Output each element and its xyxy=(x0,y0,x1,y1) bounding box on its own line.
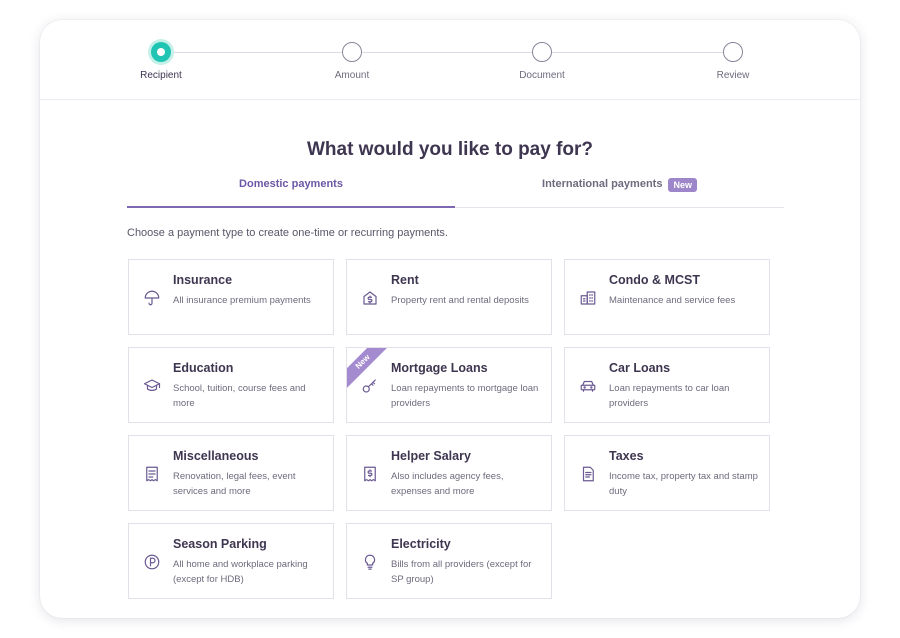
step-dot xyxy=(532,42,552,62)
tab-label: Domestic payments xyxy=(239,178,343,190)
tile-rent[interactable]: Rent Property rent and rental deposits xyxy=(346,259,552,335)
tile-title: Insurance xyxy=(173,273,233,287)
tile-title: Mortgage Loans xyxy=(391,361,488,375)
tile-title: Electricity xyxy=(391,537,451,551)
step-label: Document xyxy=(519,70,565,81)
tile-description: All insurance premium payments xyxy=(173,295,311,306)
progress-stepper: Recipient Amount Document Review xyxy=(40,20,860,100)
tile-description: All home and workplace parking (except f… xyxy=(173,559,308,585)
stepper-line xyxy=(161,52,733,53)
dollar-receipt-icon xyxy=(361,465,379,483)
step-label: Review xyxy=(716,70,750,81)
tile-season-parking[interactable]: Season Parking All home and workplace pa… xyxy=(128,523,334,599)
umbrella-icon xyxy=(143,289,161,307)
tab-international-payments[interactable]: International payments New xyxy=(455,170,784,207)
tab-domestic-payments[interactable]: Domestic payments xyxy=(127,170,455,208)
graduation-cap-icon xyxy=(143,377,161,395)
tile-electricity[interactable]: Electricity Bills from all providers (ex… xyxy=(346,523,552,599)
key-icon xyxy=(361,377,379,395)
step-label: Amount xyxy=(334,70,370,81)
tab-label: International payments xyxy=(542,178,663,190)
payment-card: Recipient Amount Document Review What wo… xyxy=(40,20,860,618)
parking-icon xyxy=(143,553,161,571)
tile-description: Also includes agency fees, expenses and … xyxy=(391,471,504,497)
tile-description: Loan repayments to mortgage loan provide… xyxy=(391,383,539,409)
tile-title: Taxes xyxy=(609,449,644,463)
tile-miscellaneous[interactable]: Miscellaneous Renovation, legal fees, ev… xyxy=(128,435,334,511)
tile-description: Renovation, legal fees, event services a… xyxy=(173,471,296,497)
step-dot xyxy=(342,42,362,62)
step-label: Recipient xyxy=(140,70,182,81)
tile-taxes[interactable]: Taxes Income tax, property tax and stamp… xyxy=(564,435,770,511)
house-dollar-icon xyxy=(361,289,379,307)
step-dot xyxy=(723,42,743,62)
tile-insurance[interactable]: Insurance All insurance premium payments xyxy=(128,259,334,335)
building-icon xyxy=(579,289,597,307)
tile-description: School, tuition, course fees and more xyxy=(173,383,306,409)
tile-title: Miscellaneous xyxy=(173,449,259,463)
step-dot-active xyxy=(151,42,171,62)
tile-description: Maintenance and service fees xyxy=(609,295,736,306)
tile-description: Bills from all providers (except for SP … xyxy=(391,559,532,585)
tile-helper-salary[interactable]: Helper Salary Also includes agency fees,… xyxy=(346,435,552,511)
step-review[interactable]: Review xyxy=(673,42,793,81)
tile-car-loans[interactable]: Car Loans Loan repayments to car loan pr… xyxy=(564,347,770,423)
step-amount[interactable]: Amount xyxy=(292,42,412,81)
lightbulb-icon xyxy=(361,553,379,571)
tile-title: Education xyxy=(173,361,234,375)
page-title: What would you like to pay for? xyxy=(306,139,594,160)
document-icon xyxy=(579,465,597,483)
tile-description: Loan repayments to car loan providers xyxy=(609,383,730,409)
tile-mortgage-loans[interactable]: New Mortgage Loans Loan repayments to mo… xyxy=(346,347,552,423)
tile-education[interactable]: Education School, tuition, course fees a… xyxy=(128,347,334,423)
payment-tabs: Domestic payments International payments… xyxy=(127,170,784,208)
car-icon xyxy=(579,377,597,395)
tile-title: Rent xyxy=(391,273,419,287)
step-document[interactable]: Document xyxy=(482,42,602,81)
tile-title: Season Parking xyxy=(173,537,267,551)
receipt-icon xyxy=(143,465,161,483)
tile-title: Helper Salary xyxy=(391,449,471,463)
tile-description: Property rent and rental deposits xyxy=(391,295,529,306)
intro-text: Choose a payment type to create one-time… xyxy=(127,227,448,239)
tile-title: Car Loans xyxy=(609,361,671,375)
tile-condo-mcst[interactable]: Condo & MCST Maintenance and service fee… xyxy=(564,259,770,335)
step-recipient[interactable]: Recipient xyxy=(101,42,221,81)
tile-title: Condo & MCST xyxy=(609,273,700,287)
new-badge: New xyxy=(668,178,697,192)
tile-description: Income tax, property tax and stamp duty xyxy=(609,471,758,497)
